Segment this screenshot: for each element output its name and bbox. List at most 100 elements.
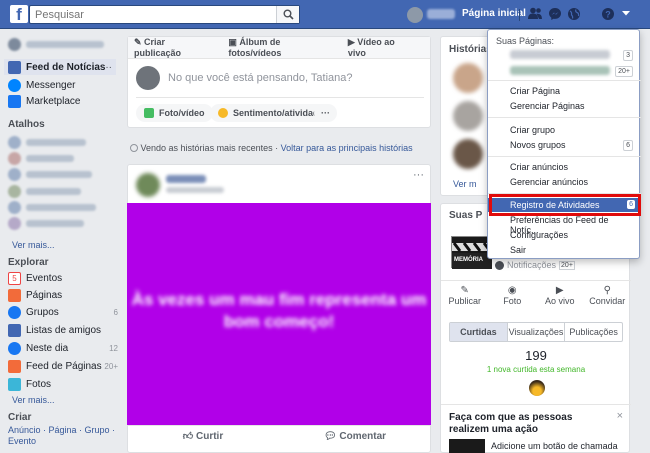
page-action-photo[interactable]: ◉ Foto	[489, 281, 537, 314]
shortcut-item[interactable]	[8, 200, 96, 214]
story-item[interactable]	[453, 139, 483, 169]
profile-avatar[interactable]	[407, 7, 423, 23]
search-input[interactable]	[29, 5, 300, 24]
promo-close-button[interactable]: ×	[617, 410, 623, 422]
nav-item-friend-lists[interactable]: Listas de amigos	[8, 322, 118, 338]
smiley-icon	[218, 108, 228, 118]
composer-divider	[136, 97, 424, 98]
live-video-icon: ▶	[555, 285, 564, 296]
messenger-icon[interactable]	[547, 7, 563, 23]
action-label: Convidar	[589, 296, 626, 306]
profile-name-blurred[interactable]	[427, 9, 455, 19]
clock-icon	[130, 144, 138, 152]
menu-manage-ads[interactable]: Gerenciar anúncios	[510, 177, 588, 187]
composer-more-button[interactable]: ···	[314, 104, 337, 122]
menu-separator	[488, 80, 641, 81]
tab-live-video[interactable]: ▶ Vídeo ao vivo	[348, 37, 420, 58]
nav-item-count: 20+	[104, 361, 118, 371]
on-this-day-icon	[8, 341, 21, 355]
thumbs-up-icon: 👍︎	[182, 431, 194, 442]
account-menu-chevron-icon[interactable]	[618, 7, 634, 23]
page-action-live[interactable]: ▶ Ao vivo	[536, 281, 584, 314]
page-thumbnail[interactable]: MEMÓRIA	[451, 236, 492, 269]
menu-new-groups[interactable]: Novos grupos	[510, 140, 566, 150]
shortcuts-see-more[interactable]: Ver mais...	[12, 240, 55, 250]
tab-create-post[interactable]: ✎ Criar publicação	[134, 37, 218, 58]
page-insights-tabs: Curtidas Visualizações Publicações	[449, 322, 623, 342]
button-label: Foto/vídeo	[159, 108, 205, 118]
photo-video-button[interactable]: Foto/vídeo	[136, 104, 213, 122]
story-item[interactable]	[453, 101, 483, 131]
nav-item-pages-feed[interactable]: Feed de Páginas 20+	[8, 358, 118, 374]
page-action-invite[interactable]: ⚲ Convidar	[584, 281, 632, 314]
nav-item-pages[interactable]: Páginas	[8, 287, 118, 303]
comment-button[interactable]: 💬︎ Comentar	[279, 426, 431, 447]
explore-title: Explorar	[8, 257, 49, 268]
explore-see-more[interactable]: Ver mais...	[12, 395, 55, 405]
create-links[interactable]: Anúncio · Página · Grupo · Evento	[8, 425, 118, 447]
shortcut-item[interactable]	[8, 167, 92, 181]
comment-icon: 💬︎	[323, 431, 337, 442]
your-pages-header: Suas Páginas:	[496, 36, 555, 46]
nav-item-photos[interactable]: Fotos	[8, 376, 118, 392]
nav-item-count: 6	[113, 307, 118, 317]
shortcut-item[interactable]	[8, 216, 84, 230]
add-person-icon: ⚲	[603, 285, 611, 296]
menu-create-ads[interactable]: Criar anúncios	[510, 162, 568, 172]
post-author-name[interactable]	[166, 175, 206, 183]
facebook-logo[interactable]: f	[10, 5, 28, 23]
feed-sort-notice: Vendo as histórias mais recentes · Volta…	[130, 143, 413, 153]
shortcut-item[interactable]	[8, 184, 81, 198]
post-actions: 👍︎ Curtir 💬︎ Comentar	[127, 425, 431, 447]
post-options-button[interactable]: ···	[413, 169, 424, 181]
menu-log-out[interactable]: Sair	[510, 245, 526, 255]
dropdown-page-item[interactable]	[510, 66, 610, 75]
notifications-globe-icon[interactable]	[566, 7, 582, 23]
nav-item-on-this-day[interactable]: Neste dia 12	[8, 340, 118, 356]
nav-item-news-feed[interactable]: Feed de Notícias ···	[4, 59, 116, 75]
story-item[interactable]	[453, 63, 483, 93]
nav-item-events[interactable]: 5 Eventos	[8, 270, 118, 286]
stories-see-more[interactable]: Ver m	[453, 179, 477, 189]
nav-item-marketplace[interactable]: Marketplace	[8, 93, 80, 109]
tab-views[interactable]: Visualizações	[508, 323, 566, 341]
tab-posts[interactable]: Publicações	[565, 323, 622, 341]
nav-item-label: Listas de amigos	[26, 324, 102, 336]
post-author-avatar[interactable]	[136, 173, 160, 197]
page-notifications[interactable]: Notificações 20+	[495, 260, 575, 270]
help-icon[interactable]: ?	[600, 7, 616, 23]
promo-title: Faça com que as pessoas realizem uma açã…	[449, 412, 573, 435]
page-action-publish[interactable]: ✎ Publicar	[441, 281, 489, 314]
nav-item-groups[interactable]: Grupos 6	[8, 304, 118, 320]
composer-tabs: ✎ Criar publicação ▣ Álbum de fotos/víde…	[128, 37, 430, 59]
home-link[interactable]: Página inicial	[462, 8, 526, 19]
account-dropdown-menu: Suas Páginas: 3 20+ Criar Página Gerenci…	[487, 29, 641, 259]
search-button[interactable]	[276, 6, 299, 23]
menu-create-page[interactable]: Criar Página	[510, 86, 560, 96]
nav-item-label: Feed de Notícias	[26, 61, 106, 73]
like-button[interactable]: 👍︎ Curtir	[127, 426, 279, 447]
left-navigation: Feed de Notícias ··· Messenger Marketpla…	[0, 29, 122, 453]
composer-input[interactable]: No que você está pensando, Tatiana?	[168, 72, 353, 84]
shortcut-item[interactable]	[8, 135, 86, 149]
tab-likes[interactable]: Curtidas	[450, 323, 508, 341]
menu-create-group[interactable]: Criar grupo	[510, 125, 555, 135]
messenger-icon	[8, 78, 21, 92]
nav-item-messenger[interactable]: Messenger	[8, 77, 75, 93]
shortcut-item[interactable]	[8, 151, 74, 165]
dropdown-page-item[interactable]	[510, 50, 610, 59]
promo-divider	[441, 404, 631, 405]
tab-photo-album[interactable]: ▣ Álbum de fotos/vídeos	[228, 37, 337, 58]
friend-requests-icon[interactable]	[527, 7, 543, 23]
post-image[interactable]: Às vezes um mau fim representa um bom co…	[127, 203, 431, 425]
news-feed-options[interactable]: ···	[102, 62, 112, 73]
page-item-count: 3	[623, 50, 633, 61]
menu-settings[interactable]: Configurações	[510, 230, 568, 240]
profile-shortcut[interactable]	[8, 37, 104, 51]
nav-item-label: Páginas	[26, 289, 63, 301]
likes-count: 199	[525, 348, 547, 363]
composer-avatar	[136, 66, 160, 90]
svg-text:?: ?	[605, 10, 611, 20]
back-to-top-stories-link[interactable]: Voltar para as principais histórias	[281, 143, 413, 153]
menu-manage-pages[interactable]: Gerenciar Páginas	[510, 101, 585, 111]
